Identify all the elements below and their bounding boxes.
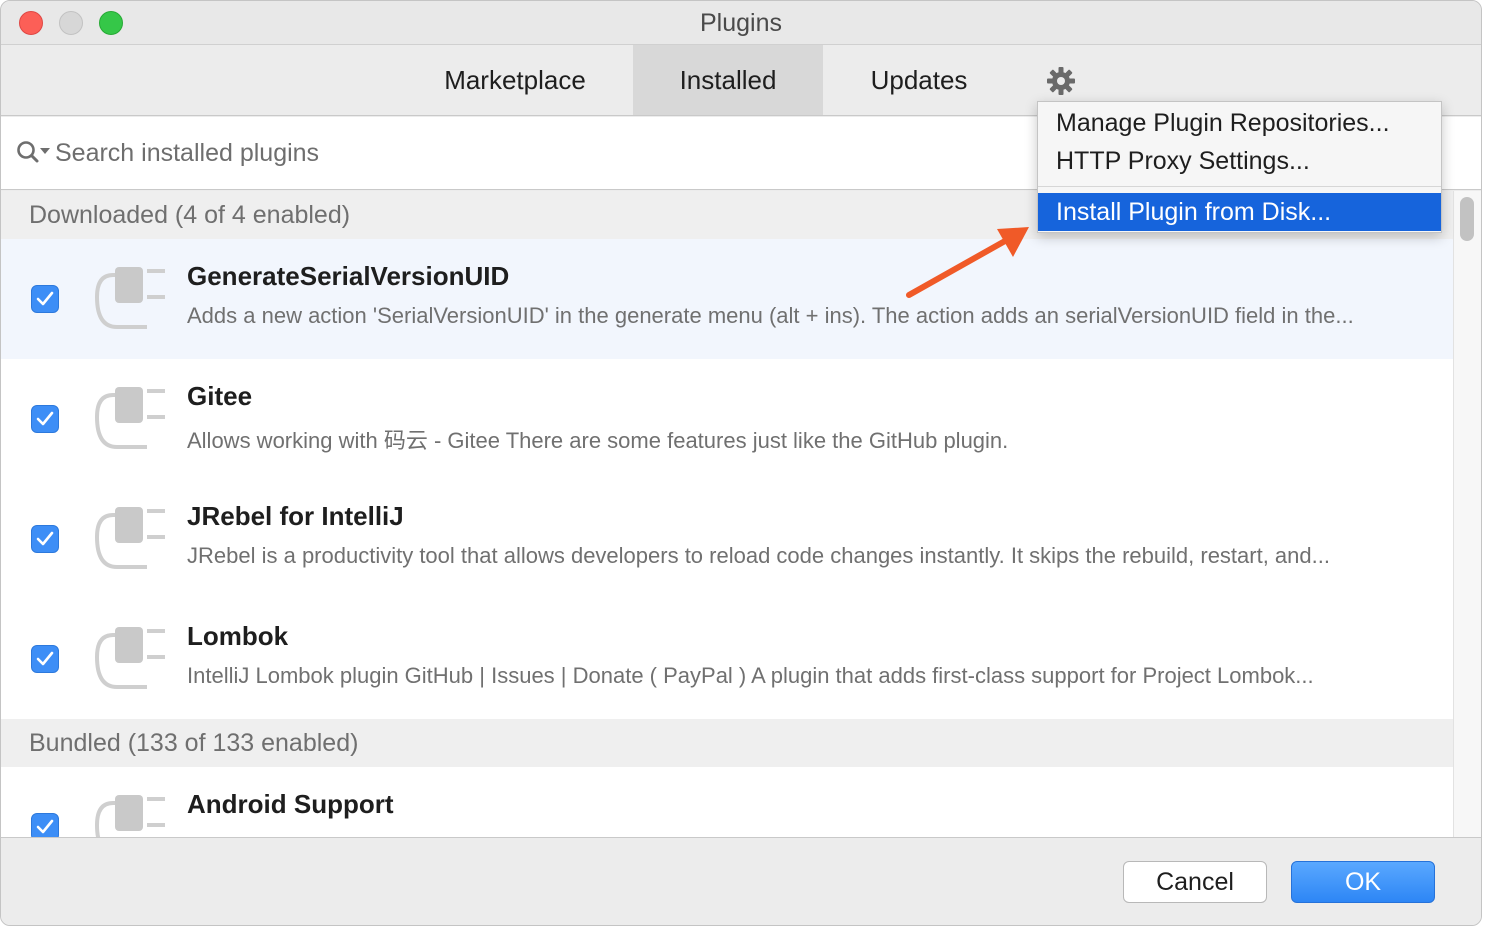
- dialog-footer: Cancel OK: [1, 837, 1481, 925]
- annotation-arrow: [906, 227, 1029, 298]
- checkmark-icon: [36, 531, 54, 546]
- plugin-row-gitee[interactable]: Gitee Allows working with 码云 - Gitee The…: [1, 359, 1453, 479]
- checkmark-icon: [36, 819, 54, 834]
- plugin-icon: [94, 507, 165, 569]
- checkmark-icon: [36, 291, 54, 306]
- section-header-bundled: Bundled (133 of 133 enabled): [1, 719, 1453, 767]
- plugins-dialog: Plugins Marketplace Installed Updates Se…: [0, 0, 1482, 926]
- plugin-name: Android Support: [187, 789, 394, 819]
- gear-icon[interactable]: [1045, 65, 1077, 97]
- plugin-name: GenerateSerialVersionUID: [187, 261, 510, 291]
- plugin-name: JRebel for IntelliJ: [187, 501, 404, 531]
- title-bar: Plugins: [1, 1, 1481, 45]
- plugin-icon: [94, 627, 165, 689]
- plugin-description: JRebel is a productivity tool that allow…: [187, 543, 1330, 568]
- plugin-description: Adds a new action 'SerialVersionUID' in …: [187, 303, 1354, 328]
- plugin-row-jrebel[interactable]: JRebel for IntelliJ JRebel is a producti…: [1, 479, 1453, 599]
- search-input[interactable]: [55, 135, 955, 171]
- plugin-enabled-checkbox[interactable]: [31, 645, 59, 673]
- scroll-thumb[interactable]: [1460, 197, 1474, 241]
- window-title: Plugins: [700, 9, 782, 37]
- search-icon[interactable]: [15, 139, 53, 167]
- plugin-row-android-support[interactable]: Android Support: [1, 767, 1453, 837]
- list-scrollbar[interactable]: [1453, 191, 1481, 837]
- plugin-enabled-checkbox[interactable]: [31, 525, 59, 553]
- section-title: Bundled (133 of 133 enabled): [29, 729, 359, 757]
- plugin-name: Gitee: [187, 381, 253, 411]
- tab-installed[interactable]: Installed: [633, 45, 823, 115]
- plugin-icon: [94, 387, 165, 449]
- gear-dropdown-menu: Manage Plugin Repositories... HTTP Proxy…: [1037, 101, 1442, 233]
- plugin-description: IntelliJ Lombok plugin GitHub | Issues |…: [187, 663, 1314, 688]
- tab-marketplace[interactable]: Marketplace: [415, 45, 615, 115]
- plugin-enabled-checkbox[interactable]: [31, 813, 59, 837]
- plugin-enabled-checkbox[interactable]: [31, 405, 59, 433]
- menu-item-http-proxy[interactable]: HTTP Proxy Settings...: [1038, 142, 1441, 180]
- tab-updates[interactable]: Updates: [833, 45, 1005, 115]
- checkmark-icon: [36, 411, 54, 426]
- menu-item-install-from-disk[interactable]: Install Plugin from Disk...: [1038, 193, 1441, 231]
- plugin-row-generateserialversionuid[interactable]: GenerateSerialVersionUID Adds a new acti…: [1, 239, 1453, 359]
- plugin-enabled-checkbox[interactable]: [31, 285, 59, 313]
- plugin-icon: [94, 795, 165, 837]
- checkmark-icon: [36, 651, 54, 666]
- cancel-button[interactable]: Cancel: [1123, 861, 1267, 903]
- plugin-name: Lombok: [187, 621, 289, 651]
- plugin-row-lombok[interactable]: Lombok IntelliJ Lombok plugin GitHub | I…: [1, 599, 1453, 719]
- plugin-icon: [94, 267, 165, 329]
- ok-button[interactable]: OK: [1291, 861, 1435, 903]
- plugin-description: Allows working with 码云 - Gitee There are…: [187, 428, 1009, 453]
- plugin-list: Downloaded (4 of 4 enabled) GenerateSeri…: [1, 191, 1453, 837]
- section-title: Downloaded (4 of 4 enabled): [29, 201, 351, 229]
- menu-separator: [1038, 186, 1441, 187]
- menu-item-manage-repositories[interactable]: Manage Plugin Repositories...: [1038, 104, 1441, 142]
